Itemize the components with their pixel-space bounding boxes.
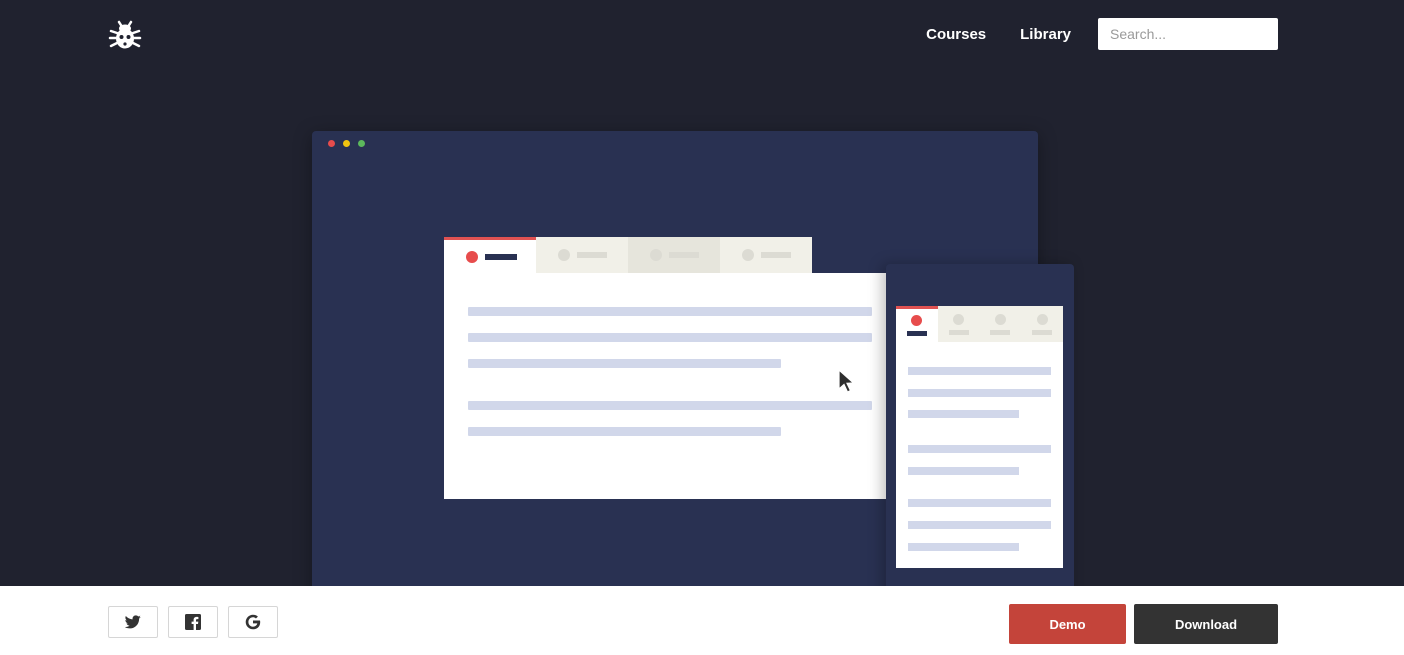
tab-placeholder: [720, 237, 812, 273]
text-line-placeholder: [468, 401, 872, 410]
nav-courses-link[interactable]: Courses: [926, 26, 986, 43]
text-line-placeholder: [908, 410, 1019, 418]
tab-panel: [444, 273, 888, 499]
text-line-placeholder: [468, 307, 872, 316]
google-icon: [245, 614, 261, 630]
nav-library-link[interactable]: Library: [1020, 26, 1071, 43]
phone-tab-placeholder: [1021, 306, 1063, 342]
phone-tab-active: [896, 306, 938, 342]
tab-active: [444, 237, 536, 273]
google-share-button[interactable]: [228, 606, 278, 638]
facebook-icon: [185, 614, 201, 630]
text-line-placeholder: [468, 359, 781, 368]
download-button[interactable]: Download: [1134, 604, 1278, 644]
bug-logo-icon[interactable]: [108, 17, 142, 51]
text-line-placeholder: [908, 467, 1019, 475]
text-line-placeholder: [908, 521, 1051, 529]
text-line-placeholder: [908, 499, 1051, 507]
facebook-share-button[interactable]: [168, 606, 218, 638]
tab-bar: [444, 237, 812, 273]
phone-tab-placeholder: [980, 306, 1022, 342]
footer-bar: Demo Download: [0, 586, 1404, 655]
phone-tab-placeholder: [938, 306, 980, 342]
search-input[interactable]: [1098, 18, 1278, 50]
mouse-pointer-icon: [837, 368, 857, 395]
demo-button[interactable]: Demo: [1009, 604, 1126, 644]
text-line-placeholder: [468, 333, 872, 342]
tab-hover: [628, 237, 720, 273]
tabs-demo-window: [444, 237, 888, 499]
twitter-icon: [125, 615, 141, 629]
phone-screen: [896, 306, 1063, 568]
text-line-placeholder: [908, 445, 1051, 453]
text-line-placeholder: [908, 367, 1051, 375]
minimize-dot: [343, 140, 350, 147]
phone-mockup: [886, 264, 1074, 604]
maximize-dot: [358, 140, 365, 147]
tab-placeholder: [536, 237, 628, 273]
top-nav: Courses Library: [926, 18, 1278, 50]
phone-tab-bar: [896, 306, 1063, 342]
text-line-placeholder: [468, 427, 781, 436]
text-line-placeholder: [908, 543, 1019, 551]
close-dot: [328, 140, 335, 147]
window-controls: [328, 140, 373, 147]
text-line-placeholder: [908, 389, 1051, 397]
twitter-share-button[interactable]: [108, 606, 158, 638]
